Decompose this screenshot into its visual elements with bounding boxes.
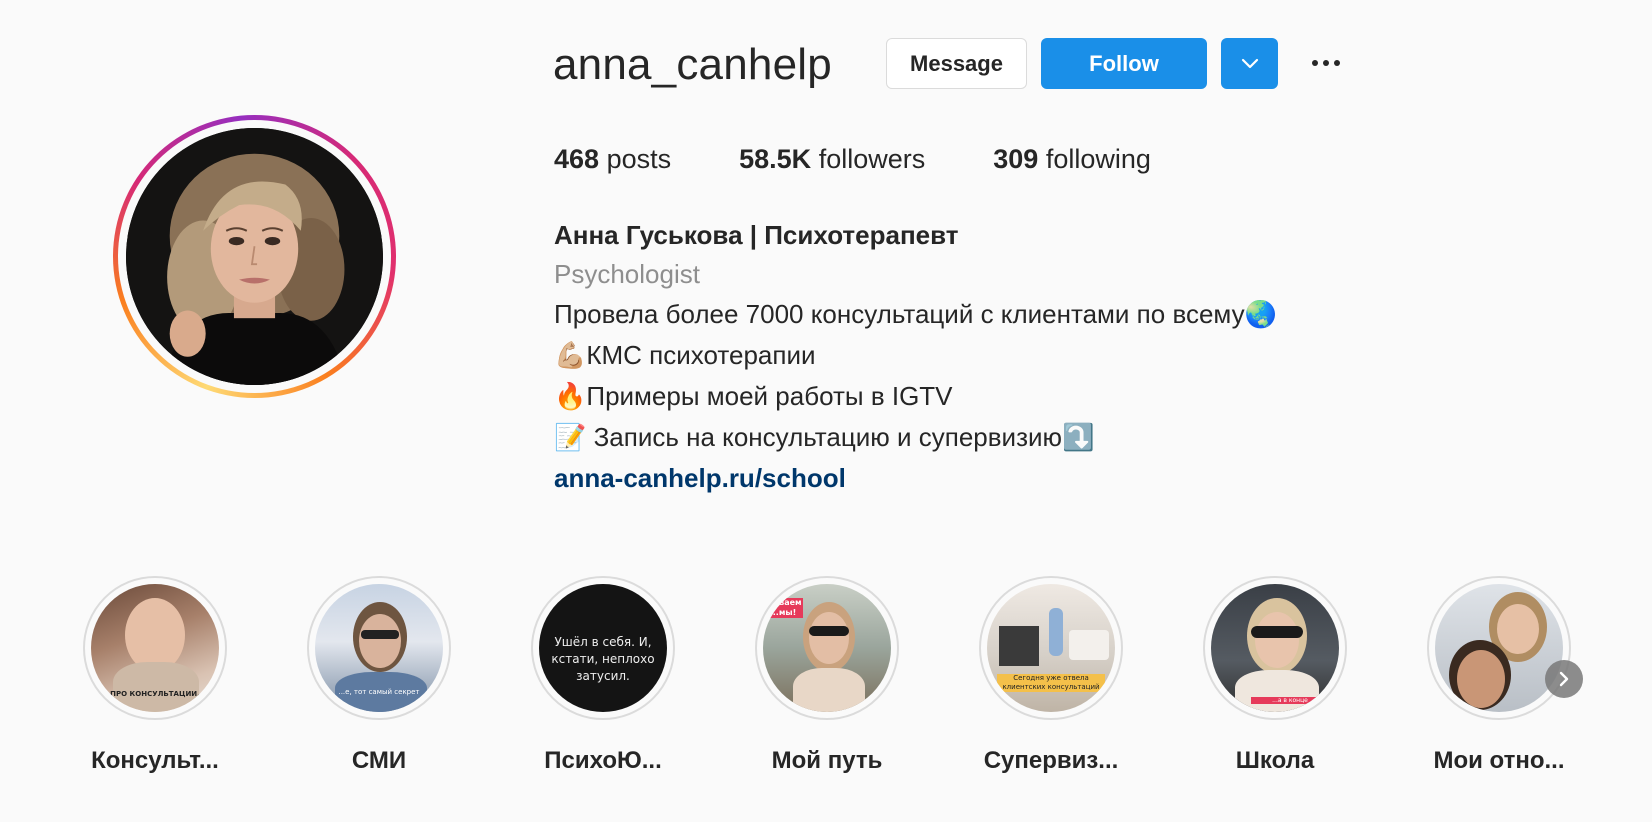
highlight-cover: ...а в конце bbox=[1211, 584, 1339, 712]
following-count: 309 bbox=[993, 144, 1039, 174]
highlight-cover: Сегодня уже отвела клиентских консультац… bbox=[987, 584, 1115, 712]
bio-line: 💪🏼КМС психотерапии bbox=[554, 335, 1454, 376]
memo-icon: 📝 bbox=[554, 423, 587, 453]
highlight-cover: Ушёл в себя. И, кстати, неплохо затусил. bbox=[539, 584, 667, 712]
bio-line-text: Примеры моей работы в IGTV bbox=[586, 381, 953, 411]
highlight-cover: ...е, тот самый секрет bbox=[315, 584, 443, 712]
bio-line: Провела более 7000 консультаций с клиент… bbox=[554, 294, 1454, 335]
story-highlights: ПРО КОНСУЛЬТАЦИИ. Консульт... ...е, тот … bbox=[80, 576, 1580, 786]
profile-page: anna_canhelp Message Follow 468 posts 58… bbox=[0, 0, 1652, 822]
full-name: Анна Гуськова | Психотерапевт bbox=[554, 220, 959, 250]
message-button[interactable]: Message bbox=[886, 38, 1027, 89]
bio-line: 🔥Примеры моей работы в IGTV bbox=[554, 376, 1454, 417]
posts-stat: 468 posts bbox=[554, 142, 671, 176]
highlight-caption: ...е, тот самый секрет bbox=[338, 688, 420, 696]
highlight-caption: ...а в конце bbox=[1251, 697, 1329, 704]
username: anna_canhelp bbox=[553, 40, 832, 89]
avatar-photo bbox=[126, 128, 383, 385]
external-link[interactable]: anna-canhelp.ru/school bbox=[554, 458, 846, 498]
bio-line: 📝 Запись на консультацию и супервизию⤵️ bbox=[554, 417, 1454, 458]
highlight-label: Школа bbox=[1235, 747, 1315, 774]
highlight-item[interactable]: ...иваем ...мы! Мой путь bbox=[752, 576, 902, 776]
arrow-down-icon: ⤵️ bbox=[1062, 423, 1095, 453]
highlight-caption: ПРО КОНСУЛЬТАЦИИ. bbox=[110, 690, 200, 698]
more-horizontal-icon bbox=[1312, 60, 1318, 66]
highlight-label: Супервиз... bbox=[983, 747, 1119, 774]
highlight-item[interactable]: ...а в конце Школа bbox=[1200, 576, 1350, 776]
followers-count: 58.5K bbox=[739, 144, 812, 174]
highlight-label: СМИ bbox=[351, 747, 407, 774]
highlight-caption: Ушёл в себя. И, кстати, неплохо затусил. bbox=[551, 635, 655, 683]
highlight-item[interactable]: Ушёл в себя. И, кстати, неплохо затусил.… bbox=[528, 576, 678, 776]
highlight-label: ПсихоЮ... bbox=[544, 747, 662, 774]
highlight-cover: ...иваем ...мы! bbox=[763, 584, 891, 712]
category-label: Psychologist bbox=[554, 259, 700, 289]
highlight-cover: ПРО КОНСУЛЬТАЦИИ. bbox=[91, 584, 219, 712]
posts-count: 468 bbox=[554, 144, 600, 174]
highlight-label: Мой путь bbox=[771, 747, 883, 774]
flexed-biceps-icon: 💪🏼 bbox=[554, 341, 587, 371]
highlight-cover bbox=[1435, 584, 1563, 712]
globe-icon: 🌏 bbox=[1244, 300, 1277, 330]
highlight-label: Мои отно... bbox=[1433, 747, 1565, 774]
more-options-button[interactable] bbox=[1306, 48, 1346, 78]
highlight-item[interactable]: ПРО КОНСУЛЬТАЦИИ. Консульт... bbox=[80, 576, 230, 776]
chevron-down-icon bbox=[1241, 58, 1258, 68]
bio-line-text: Провела более 7000 консультаций с клиент… bbox=[554, 299, 1245, 329]
posts-label: posts bbox=[606, 144, 672, 174]
chevron-right-icon bbox=[1559, 671, 1569, 687]
fire-icon: 🔥 bbox=[554, 382, 587, 412]
suggested-accounts-button[interactable] bbox=[1221, 38, 1278, 89]
profile-bio: Анна Гуськова | Психотерапевт Psychologi… bbox=[554, 216, 1454, 498]
highlight-item[interactable]: ...е, тот самый секрет СМИ bbox=[304, 576, 454, 776]
avatar-portrait bbox=[126, 128, 383, 385]
followers-label: followers bbox=[818, 144, 926, 174]
following-label: following bbox=[1045, 144, 1151, 174]
profile-avatar[interactable] bbox=[113, 115, 396, 398]
highlights-next-button[interactable] bbox=[1545, 660, 1583, 698]
bio-line-text: Запись на консультацию и супервизию bbox=[586, 422, 1063, 452]
highlight-item[interactable]: Сегодня уже отвела клиентских консультац… bbox=[976, 576, 1126, 776]
follow-button[interactable]: Follow bbox=[1041, 38, 1207, 89]
highlight-caption: Сегодня уже отвела клиентских консультац… bbox=[997, 674, 1105, 692]
profile-stats: 468 posts 58.5K followers 309 following bbox=[554, 142, 1219, 176]
bio-line-text: КМС психотерапии bbox=[586, 340, 816, 370]
highlight-label: Консульт... bbox=[91, 747, 219, 774]
following-stat[interactable]: 309 following bbox=[993, 142, 1151, 176]
highlight-caption: ...иваем ...мы! bbox=[763, 598, 803, 618]
followers-stat[interactable]: 58.5K followers bbox=[739, 142, 925, 176]
